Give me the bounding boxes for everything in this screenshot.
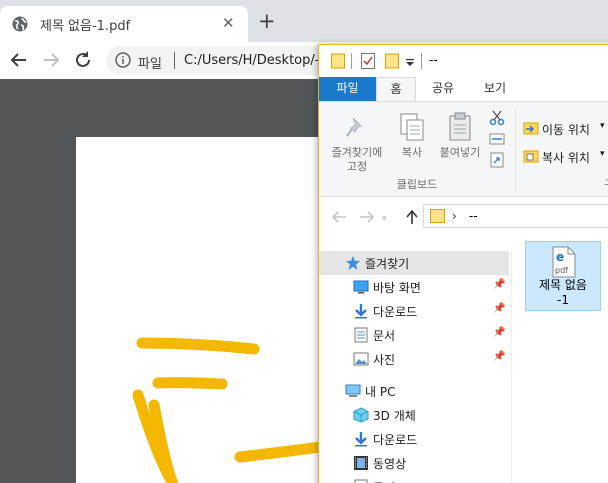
- folder-icon: [331, 53, 345, 69]
- nav-label: 바탕 화면: [373, 281, 421, 295]
- properties-icon[interactable]: [361, 53, 375, 69]
- ribbon-home: 즐겨찾기에 고정 복사 붙여넣기 클립보드 이동 위치 ▾ 복사 위치 ▾: [319, 101, 608, 197]
- pdf-page: [76, 137, 336, 483]
- download-icon: [355, 432, 367, 447]
- scheme-label: 파일: [138, 57, 162, 72]
- move-to-label[interactable]: 이동 위치: [542, 121, 590, 138]
- pdf-label: pdf: [555, 266, 568, 275]
- nav-label: 문서: [373, 329, 396, 343]
- copy-icon[interactable]: [399, 112, 425, 142]
- paste-shortcut-icon[interactable]: [490, 152, 504, 168]
- close-tab-icon[interactable]: ✕: [222, 15, 235, 31]
- nav-label: 즐겨찾기: [365, 257, 410, 271]
- customize-toolbar-icon[interactable]: [405, 53, 415, 69]
- organize-group-label: 구: [602, 178, 608, 192]
- copy-to-icon[interactable]: [523, 148, 539, 164]
- info-icon[interactable]: [115, 52, 131, 68]
- pin-icon[interactable]: [345, 116, 367, 140]
- forward-arrow-icon[interactable]: [40, 49, 62, 71]
- download-icon: [355, 304, 367, 319]
- nav-label: 내 PC: [365, 385, 396, 399]
- nav-label: 문서: [373, 479, 395, 483]
- document-icon: [354, 327, 368, 343]
- omnibox-divider: [174, 52, 175, 69]
- nav-label: 다운로드: [373, 433, 418, 447]
- new-tab-button[interactable]: +: [258, 11, 276, 32]
- breadcrumb-chevron-icon[interactable]: ›: [452, 209, 457, 223]
- move-to-dropdown-icon[interactable]: ▾: [600, 121, 605, 131]
- back-arrow-icon[interactable]: [8, 49, 30, 71]
- pin-to-quick-access-label[interactable]: 즐겨찾기에 고정: [325, 146, 389, 174]
- navigation-pane: 즐겨찾기 바탕 화면 📌 다운로드 📌 문서 📌 사진 📌 내 PC 3D 개체…: [319, 249, 511, 483]
- video-icon: [354, 456, 368, 470]
- pinned-icon: 📌: [493, 303, 506, 314]
- navigation-bar: ▾ › --: [319, 197, 608, 237]
- nav-item-pc-documents[interactable]: 문서: [319, 475, 509, 483]
- pdf-file-icon: e pdf: [552, 246, 576, 278]
- nav-item-this-pc[interactable]: 내 PC: [319, 379, 509, 403]
- svg-text:e: e: [556, 250, 564, 264]
- clipboard-group-label: 클립보드: [396, 178, 438, 191]
- tab-share[interactable]: 공유: [423, 77, 463, 101]
- ribbon-divider: [515, 108, 516, 192]
- recent-locations-icon[interactable]: ▾: [382, 212, 387, 226]
- cut-icon[interactable]: [489, 110, 505, 126]
- paste-label[interactable]: 붙여넣기: [435, 146, 485, 160]
- tab-file[interactable]: 파일: [319, 77, 376, 101]
- reload-icon[interactable]: [72, 49, 94, 71]
- nav-item-downloads[interactable]: 다운로드 📌: [319, 299, 509, 323]
- breadcrumb-folder[interactable]: --: [469, 209, 478, 223]
- handwriting-strokes: [132, 337, 336, 483]
- back-icon[interactable]: [331, 210, 347, 224]
- nav-item-desktop[interactable]: 바탕 화면 📌: [319, 275, 509, 299]
- explorer-titlebar: --: [319, 45, 608, 77]
- pictures-icon: [353, 352, 369, 366]
- file-explorer-window: -- 파일 홈 공유 보기 즐겨찾기에 고정 복사 붙여넣기 클립보드 이동 위…: [318, 44, 608, 483]
- browser-tab-strip: 제목 없음-1.pdf ✕ +: [0, 0, 608, 42]
- address-box[interactable]: › --: [423, 204, 608, 228]
- window-title: --: [429, 53, 438, 67]
- copy-to-label[interactable]: 복사 위치: [542, 149, 590, 166]
- ribbon-tab-bar: 파일 홈 공유 보기: [319, 77, 608, 101]
- pinned-icon: 📌: [493, 327, 506, 338]
- move-to-icon[interactable]: [523, 120, 539, 136]
- tab-home[interactable]: 홈: [376, 77, 416, 101]
- tab-title: 제목 없음-1.pdf: [40, 19, 131, 34]
- forward-icon[interactable]: [359, 210, 375, 224]
- tab-view[interactable]: 보기: [475, 77, 515, 101]
- nav-item-documents[interactable]: 문서 📌: [319, 323, 509, 347]
- pinned-icon: 📌: [493, 351, 506, 362]
- url-text[interactable]: C:/Users/H/Desktop/--: [184, 53, 324, 68]
- titlebar-divider-2: [421, 53, 422, 69]
- copy-label[interactable]: 복사: [395, 146, 429, 160]
- nav-item-pc-downloads[interactable]: 다운로드: [319, 427, 509, 451]
- pinned-icon: 📌: [493, 279, 506, 290]
- 3d-objects-icon: [353, 407, 369, 423]
- nav-label: 다운로드: [373, 305, 418, 319]
- document-icon: [354, 479, 368, 483]
- star-icon: [346, 256, 360, 270]
- copy-to-dropdown-icon[interactable]: ▾: [600, 149, 605, 159]
- nav-item-quick-access[interactable]: 즐겨찾기: [319, 251, 509, 275]
- new-folder-icon[interactable]: [385, 53, 399, 69]
- nav-item-videos[interactable]: 동영상: [319, 451, 509, 475]
- copy-path-icon[interactable]: [489, 132, 505, 146]
- nav-label: 3D 개체: [373, 409, 416, 423]
- file-item-pdf[interactable]: e pdf 제목 없음 -1: [525, 241, 601, 311]
- up-arrow-icon[interactable]: [405, 209, 419, 225]
- nav-item-3d-objects[interactable]: 3D 개체: [319, 403, 509, 427]
- computer-icon: [345, 384, 361, 397]
- globe-icon: [12, 16, 28, 32]
- file-name: 제목 없음 -1: [539, 278, 587, 307]
- nav-label: 동영상: [373, 457, 407, 471]
- browser-tab[interactable]: 제목 없음-1.pdf ✕: [0, 6, 248, 42]
- paste-icon[interactable]: [447, 112, 473, 142]
- nav-item-pictures[interactable]: 사진 📌: [319, 347, 509, 371]
- screen: 제목 없음-1.pdf ✕ + 파일 C:/Users/H/Desktop/--: [0, 0, 608, 483]
- titlebar-divider: [351, 53, 352, 69]
- pane-divider[interactable]: [511, 249, 512, 483]
- folder-icon: [430, 209, 445, 223]
- desktop-icon: [353, 280, 369, 294]
- nav-label: 사진: [373, 353, 396, 367]
